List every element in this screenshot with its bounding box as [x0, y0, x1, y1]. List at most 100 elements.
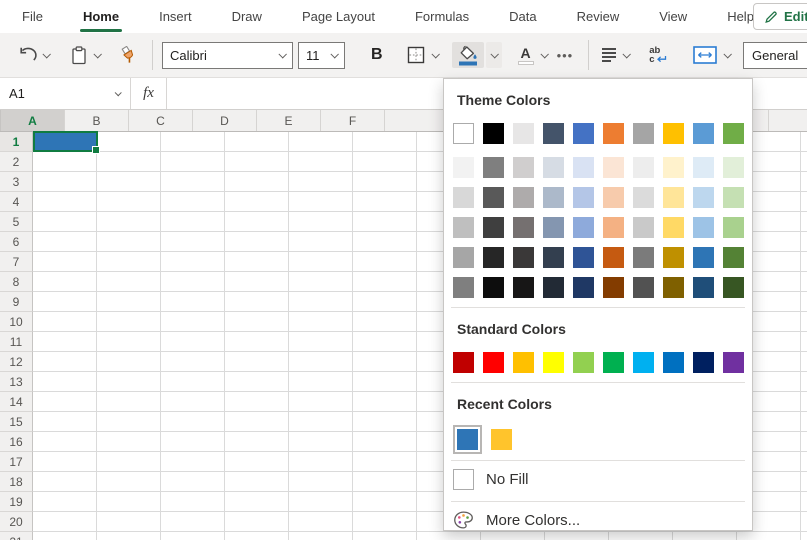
- grid-cell[interactable]: [161, 432, 225, 452]
- row-header-12[interactable]: 12: [0, 352, 33, 372]
- column-header-B[interactable]: B: [65, 110, 129, 131]
- grid-cell[interactable]: [225, 292, 289, 312]
- theme-color-swatch[interactable]: [453, 247, 474, 268]
- grid-cell[interactable]: [289, 492, 353, 512]
- theme-color-swatch[interactable]: [453, 157, 474, 178]
- grid-cell[interactable]: [161, 452, 225, 472]
- grid-cell[interactable]: [801, 272, 807, 292]
- recent-color-swatch[interactable]: [457, 429, 478, 450]
- grid-cell[interactable]: [289, 312, 353, 332]
- theme-color-swatch[interactable]: [693, 277, 714, 298]
- row-header-13[interactable]: 13: [0, 372, 33, 392]
- row-header-9[interactable]: 9: [0, 292, 33, 312]
- grid-cell[interactable]: [33, 332, 97, 352]
- theme-color-swatch[interactable]: [453, 277, 474, 298]
- grid-cell[interactable]: [33, 312, 97, 332]
- grid-cell[interactable]: [225, 532, 289, 540]
- grid-cell[interactable]: [289, 472, 353, 492]
- theme-color-swatch[interactable]: [513, 123, 534, 144]
- theme-color-swatch[interactable]: [723, 157, 744, 178]
- bold-button[interactable]: B: [365, 44, 389, 66]
- grid-cell[interactable]: [225, 432, 289, 452]
- chevron-down-icon[interactable]: [723, 50, 731, 58]
- grid-cell[interactable]: [225, 472, 289, 492]
- grid-cell[interactable]: [353, 492, 417, 512]
- grid-cell[interactable]: [97, 432, 161, 452]
- grid-cell[interactable]: [33, 472, 97, 492]
- row-header-6[interactable]: 6: [0, 232, 33, 252]
- row-header-3[interactable]: 3: [0, 172, 33, 192]
- grid-cell[interactable]: [33, 512, 97, 532]
- theme-color-swatch[interactable]: [573, 187, 594, 208]
- grid-cell[interactable]: [353, 472, 417, 492]
- theme-color-swatch[interactable]: [723, 187, 744, 208]
- grid-cell[interactable]: [353, 132, 417, 152]
- grid-cell[interactable]: [801, 492, 807, 512]
- grid-cell[interactable]: [161, 152, 225, 172]
- grid-cell[interactable]: [225, 352, 289, 372]
- standard-color-swatch[interactable]: [723, 352, 744, 373]
- grid-cell[interactable]: [161, 312, 225, 332]
- grid-cell[interactable]: [801, 212, 807, 232]
- theme-color-swatch[interactable]: [543, 157, 564, 178]
- grid-cell[interactable]: [225, 252, 289, 272]
- theme-color-swatch[interactable]: [603, 217, 624, 238]
- grid-cell[interactable]: [33, 392, 97, 412]
- menu-tab-draw[interactable]: Draw: [212, 0, 282, 33]
- theme-color-swatch[interactable]: [633, 157, 654, 178]
- grid-cell[interactable]: [801, 432, 807, 452]
- grid-cell[interactable]: [161, 412, 225, 432]
- theme-color-swatch[interactable]: [633, 247, 654, 268]
- column-header-A[interactable]: A: [1, 110, 65, 131]
- grid-cell[interactable]: [225, 312, 289, 332]
- menu-tab-view[interactable]: View: [639, 0, 707, 33]
- column-header[interactable]: [769, 110, 807, 131]
- grid-cell[interactable]: [289, 172, 353, 192]
- theme-color-swatch[interactable]: [483, 187, 504, 208]
- grid-cell[interactable]: [801, 412, 807, 432]
- grid-cell[interactable]: [225, 172, 289, 192]
- grid-cell[interactable]: [161, 232, 225, 252]
- grid-cell[interactable]: [97, 132, 161, 152]
- theme-color-swatch[interactable]: [663, 187, 684, 208]
- select-all-button[interactable]: [0, 110, 1, 131]
- theme-color-swatch[interactable]: [663, 277, 684, 298]
- grid-cell[interactable]: [225, 332, 289, 352]
- theme-color-swatch[interactable]: [603, 157, 624, 178]
- undo-button[interactable]: [14, 44, 53, 66]
- grid-cell[interactable]: [97, 312, 161, 332]
- theme-color-swatch[interactable]: [483, 157, 504, 178]
- theme-color-swatch[interactable]: [633, 217, 654, 238]
- grid-cell[interactable]: [97, 412, 161, 432]
- grid-cell[interactable]: [801, 252, 807, 272]
- grid-cell[interactable]: [353, 332, 417, 352]
- menu-tab-formulas[interactable]: Formulas: [395, 0, 489, 33]
- chevron-down-icon[interactable]: [93, 50, 101, 58]
- grid-cell[interactable]: [289, 372, 353, 392]
- grid-cell[interactable]: [353, 532, 417, 540]
- grid-cell[interactable]: [161, 472, 225, 492]
- toolbar-overflow-button[interactable]: •••: [557, 48, 574, 63]
- row-header-7[interactable]: 7: [0, 252, 33, 272]
- standard-color-swatch[interactable]: [543, 352, 564, 373]
- standard-color-swatch[interactable]: [693, 352, 714, 373]
- grid-cell[interactable]: [801, 312, 807, 332]
- row-header-15[interactable]: 15: [0, 412, 33, 432]
- grid-cell[interactable]: [97, 392, 161, 412]
- wrap-text-button[interactable]: ab c: [649, 46, 666, 65]
- grid-cell[interactable]: [481, 532, 545, 540]
- grid-cell[interactable]: [289, 352, 353, 372]
- grid-cell[interactable]: [225, 272, 289, 292]
- grid-cell[interactable]: [33, 352, 97, 372]
- grid-cell[interactable]: [97, 272, 161, 292]
- grid-cell[interactable]: [289, 332, 353, 352]
- grid-cell[interactable]: [353, 512, 417, 532]
- theme-color-swatch[interactable]: [573, 123, 594, 144]
- menu-tab-home[interactable]: Home: [63, 0, 139, 33]
- grid-cell[interactable]: [801, 132, 807, 152]
- grid-cell[interactable]: [161, 172, 225, 192]
- no-fill-option[interactable]: No Fill: [444, 461, 752, 498]
- grid-cell[interactable]: [225, 152, 289, 172]
- merge-center-button[interactable]: [689, 43, 734, 67]
- grid-cell[interactable]: [801, 372, 807, 392]
